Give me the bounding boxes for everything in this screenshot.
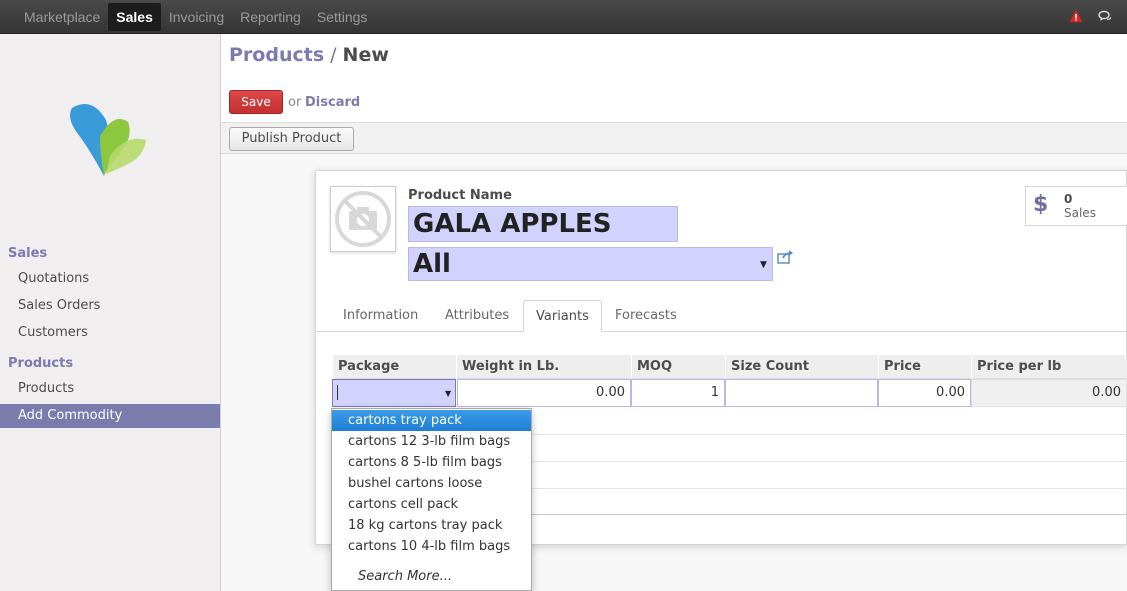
sales-label: Sales: [1064, 206, 1096, 220]
breadcrumb: Products / New: [229, 44, 389, 66]
dropdown-option[interactable]: cartons 8 5-lb film bags: [332, 452, 531, 473]
column-size-count[interactable]: Size Count: [725, 355, 878, 379]
column-weight[interactable]: Weight in Lb.: [456, 355, 631, 379]
column-moq[interactable]: MOQ: [631, 355, 725, 379]
column-price[interactable]: Price: [878, 355, 971, 379]
sidebar-section-sales: Sales: [8, 246, 48, 261]
category-select[interactable]: All: [408, 247, 773, 281]
warning-icon[interactable]: [1069, 9, 1083, 23]
size-count-input[interactable]: [725, 379, 878, 407]
menu-sales[interactable]: Sales: [108, 3, 161, 31]
package-input[interactable]: [332, 379, 456, 407]
dropdown-option[interactable]: cartons tray pack: [332, 410, 531, 431]
price-input[interactable]: 0.00: [878, 379, 971, 407]
weight-input[interactable]: 0.00: [457, 379, 631, 407]
dropdown-option[interactable]: cartons 10 4-lb film bags: [332, 536, 531, 557]
sidebar-item-quotations[interactable]: Quotations: [0, 267, 220, 291]
tab-forecasts[interactable]: Forecasts: [603, 300, 689, 332]
company-logo: [70, 104, 146, 176]
menu-invoicing[interactable]: Invoicing: [161, 3, 232, 31]
sidebar-item-sales-orders[interactable]: Sales Orders: [0, 294, 220, 318]
menu-settings[interactable]: Settings: [309, 3, 376, 31]
menu-marketplace[interactable]: Marketplace: [16, 3, 108, 31]
save-button[interactable]: Save: [229, 90, 283, 114]
sidebar-item-customers[interactable]: Customers: [0, 321, 220, 345]
breadcrumb-current: New: [342, 44, 389, 66]
dropdown-option[interactable]: 18 kg cartons tray pack: [332, 515, 531, 536]
chevron-down-icon: ▼: [445, 389, 452, 398]
top-navbar: Marketplace Sales Invoicing Reporting Se…: [0, 0, 1127, 34]
discard-button[interactable]: Discard: [305, 95, 360, 110]
sales-count: 0: [1064, 192, 1073, 206]
status-bar: [221, 122, 1127, 154]
tab-information[interactable]: Information: [331, 300, 430, 332]
dropdown-option[interactable]: bushel cartons loose: [332, 473, 531, 494]
sidebar-section-products: Products: [8, 356, 74, 371]
publish-product-button[interactable]: Publish Product: [229, 127, 354, 151]
menu-reporting[interactable]: Reporting: [232, 3, 309, 31]
breadcrumb-products-link[interactable]: Products: [229, 44, 324, 66]
price-per-lb-value: 0.00: [971, 379, 1127, 407]
main-menu: Marketplace Sales Invoicing Reporting Se…: [16, 0, 375, 34]
chevron-down-icon: ▼: [760, 260, 767, 270]
moq-input[interactable]: 1: [631, 379, 725, 407]
or-text: or: [288, 95, 302, 110]
external-link-icon[interactable]: [777, 250, 793, 264]
search-more-link[interactable]: Search More...: [358, 569, 452, 584]
product-image[interactable]: [330, 186, 396, 252]
sidebar-item-products[interactable]: Products: [0, 377, 220, 401]
dropdown-option[interactable]: cartons 12 3-lb film bags: [332, 431, 531, 452]
sidebar-item-add-commodity[interactable]: Add Commodity: [0, 404, 220, 428]
product-name-label: Product Name: [408, 188, 512, 203]
breadcrumb-separator: /: [330, 44, 337, 66]
text-cursor: [337, 385, 338, 400]
product-name-input[interactable]: GALA APPLES: [408, 206, 678, 242]
dollar-icon: $: [1033, 192, 1049, 217]
tab-attributes[interactable]: Attributes: [433, 300, 521, 332]
tab-variants[interactable]: Variants: [523, 300, 602, 332]
no-camera-icon: [335, 191, 391, 247]
column-price-per-lb[interactable]: Price per lb: [971, 355, 1127, 379]
dropdown-option[interactable]: cartons cell pack: [332, 494, 531, 515]
column-package[interactable]: Package: [332, 355, 456, 379]
chat-icon[interactable]: [1098, 10, 1112, 23]
